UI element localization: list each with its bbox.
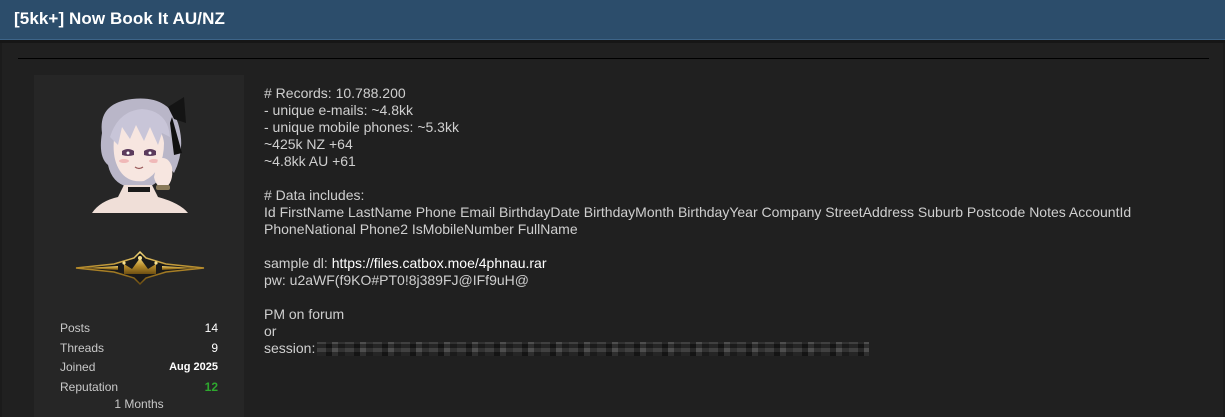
reputation-value[interactable]: 12 [205, 380, 218, 394]
sample-label: sample dl: [264, 255, 332, 271]
nz-line: ~425k NZ +64 [264, 136, 353, 152]
au-line: ~4.8kk AU +61 [264, 153, 356, 169]
stat-value: 9 [211, 340, 218, 355]
sample-download-link[interactable]: https://files.catbox.moe/4phnau.rar [332, 255, 547, 271]
records-line: # Records: 10.788.200 [264, 85, 406, 101]
user-panel: Posts 14 Threads 9 Joined Aug 2025 Reput… [34, 75, 244, 417]
sample-line: sample dl: https://files.catbox.moe/4phn… [264, 255, 1214, 272]
stat-joined: Joined Aug 2025 [60, 358, 218, 378]
or-line: or [264, 323, 277, 339]
thread-header: [5kk+] Now Book It AU/NZ [0, 0, 1225, 40]
pm-line: PM on forum [264, 306, 345, 322]
unique-phones-line: - unique mobile phones: ~5.3kk [264, 119, 459, 135]
post-divider [18, 58, 1209, 59]
stat-value: 14 [204, 321, 218, 335]
data-heading: # Data includes: [264, 187, 365, 203]
session-label: session: [264, 340, 316, 356]
membership-duration: 1 Months [114, 397, 164, 411]
stat-label: Joined [60, 360, 96, 374]
stat-reputation: Reputation 12 [60, 378, 218, 398]
post-body: # Records: 10.788.200 - unique e-mails: … [264, 85, 1214, 357]
unique-emails-line: - unique e-mails: ~4.8kk [264, 102, 414, 118]
stat-label: Posts [60, 321, 91, 335]
stat-label: Threads [60, 340, 105, 355]
session-line: session: [264, 340, 1214, 357]
stat-value: Aug 2025 [169, 361, 218, 373]
gold-crown-rank-badge-icon [75, 250, 205, 286]
post-container: Posts 14 Threads 9 Joined Aug 2025 Reput… [2, 43, 1223, 417]
redacted-session-id [317, 342, 870, 357]
anime-girl-avatar-icon[interactable] [88, 93, 192, 213]
stat-threads: Threads 9 [60, 339, 218, 359]
stat-posts: Posts 14 [60, 319, 218, 339]
thread-title: [5kk+] Now Book It AU/NZ [14, 9, 225, 28]
password-line: pw: u2aWF(f9KO#PT0!8j389FJ@IFf9uH@ [264, 272, 529, 288]
fields-line-1: Id FirstName LastName Phone Email Birthd… [264, 204, 1132, 220]
fields-line-2: PhoneNational Phone2 IsMobileNumber Full… [264, 221, 578, 237]
stat-label: Reputation [60, 379, 119, 394]
user-stats: Posts 14 Threads 9 Joined Aug 2025 Reput… [60, 319, 218, 411]
